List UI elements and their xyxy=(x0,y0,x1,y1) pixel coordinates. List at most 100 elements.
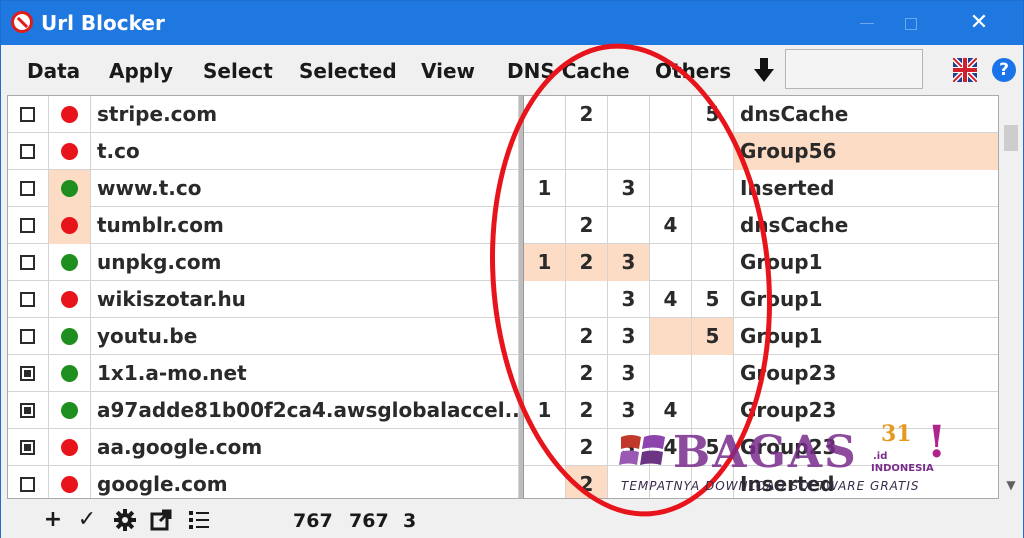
list-icon[interactable] xyxy=(187,508,211,532)
row-checkbox[interactable] xyxy=(20,292,35,307)
row-checkbox-cell[interactable] xyxy=(8,318,49,355)
row-checkbox[interactable] xyxy=(20,255,35,270)
row-checkbox-cell[interactable] xyxy=(8,96,49,133)
domain-cell[interactable]: www.t.co xyxy=(91,170,519,207)
flag-cell-5[interactable] xyxy=(692,355,734,392)
flag-cell-3[interactable] xyxy=(608,133,650,170)
domain-cell[interactable]: unpkg.com xyxy=(91,244,519,281)
flag-cell-4[interactable] xyxy=(650,355,692,392)
group-cell[interactable]: dnsCache xyxy=(734,96,998,133)
domain-cell[interactable]: 1x1.a-mo.net xyxy=(91,355,519,392)
flag-cell-4[interactable]: 4 xyxy=(650,429,692,466)
menu-dns-cache[interactable]: DNS Cache xyxy=(507,59,630,83)
row-checkbox-cell[interactable] xyxy=(8,392,49,429)
flag-cell-4[interactable] xyxy=(650,96,692,133)
table-row[interactable]: www.t.co 1 3 Inserted xyxy=(8,170,998,207)
group-cell[interactable]: Inserted xyxy=(734,466,998,498)
scrollbar-thumb[interactable] xyxy=(1004,125,1018,151)
external-link-icon[interactable] xyxy=(149,508,173,532)
row-checkbox-cell[interactable] xyxy=(8,355,49,392)
row-checkbox[interactable] xyxy=(20,107,35,122)
flag-cell-2[interactable]: 2 xyxy=(566,244,608,281)
domain-cell[interactable]: aa.google.com xyxy=(91,429,519,466)
flag-cell-3[interactable]: 3 xyxy=(608,281,650,318)
flag-cell-2[interactable]: 2 xyxy=(566,207,608,244)
group-cell[interactable]: Group23 xyxy=(734,355,998,392)
flag-cell-3[interactable]: 3 xyxy=(608,355,650,392)
vertical-scrollbar[interactable]: ▼ xyxy=(1000,95,1022,499)
flag-cell-1[interactable] xyxy=(524,281,566,318)
flag-cell-2[interactable]: 2 xyxy=(566,429,608,466)
flag-cell-4[interactable] xyxy=(650,170,692,207)
flag-cell-5[interactable] xyxy=(692,133,734,170)
flag-cell-3[interactable] xyxy=(608,466,650,498)
flag-cell-5[interactable]: 5 xyxy=(692,281,734,318)
row-checkbox-cell[interactable] xyxy=(8,429,49,466)
flag-cell-3[interactable]: 3 xyxy=(608,318,650,355)
gear-icon[interactable] xyxy=(113,508,137,532)
row-checkbox[interactable] xyxy=(20,440,35,455)
flag-cell-1[interactable] xyxy=(524,207,566,244)
title-bar[interactable]: Url Blocker ✕ xyxy=(1,1,1023,45)
flag-cell-1[interactable] xyxy=(524,355,566,392)
flag-cell-4[interactable] xyxy=(650,318,692,355)
flag-cell-2[interactable] xyxy=(566,133,608,170)
flag-cell-2[interactable] xyxy=(566,170,608,207)
flag-cell-4[interactable]: 4 xyxy=(650,207,692,244)
row-checkbox-cell[interactable] xyxy=(8,281,49,318)
flag-cell-5[interactable] xyxy=(692,244,734,281)
menu-view[interactable]: View xyxy=(421,59,475,83)
help-icon[interactable]: ? xyxy=(992,58,1016,82)
group-cell[interactable]: Group1 xyxy=(734,281,998,318)
flag-cell-4[interactable] xyxy=(650,133,692,170)
flag-cell-3[interactable]: 3 xyxy=(608,429,650,466)
table-row[interactable]: wikiszotar.hu 3 4 5 Group1 xyxy=(8,281,998,318)
row-checkbox[interactable] xyxy=(20,366,35,381)
group-cell[interactable]: Group56 xyxy=(734,133,998,170)
flag-cell-1[interactable] xyxy=(524,318,566,355)
menu-selected[interactable]: Selected xyxy=(299,59,397,83)
search-input[interactable] xyxy=(785,49,923,89)
flag-cell-2[interactable] xyxy=(566,281,608,318)
flag-cell-4[interactable]: 4 xyxy=(650,392,692,429)
table-row[interactable]: youtu.be 2 3 5 Group1 xyxy=(8,318,998,355)
domain-cell[interactable]: t.co xyxy=(91,133,519,170)
flag-cell-1[interactable] xyxy=(524,96,566,133)
domain-cell[interactable]: stripe.com xyxy=(91,96,519,133)
domain-cell[interactable]: google.com xyxy=(91,466,519,498)
menu-select[interactable]: Select xyxy=(203,59,273,83)
row-checkbox-cell[interactable] xyxy=(8,170,49,207)
flag-cell-5[interactable]: 5 xyxy=(692,429,734,466)
row-checkbox[interactable] xyxy=(20,329,35,344)
minimize-button[interactable] xyxy=(845,7,889,39)
flag-cell-1[interactable]: 1 xyxy=(524,244,566,281)
close-button[interactable]: ✕ xyxy=(957,7,1001,39)
group-cell[interactable]: dnsCache xyxy=(734,207,998,244)
domain-cell[interactable]: youtu.be xyxy=(91,318,519,355)
flag-cell-4[interactable]: 4 xyxy=(650,281,692,318)
flag-cell-2[interactable]: 2 xyxy=(566,96,608,133)
row-checkbox-cell[interactable] xyxy=(8,133,49,170)
table-row[interactable]: stripe.com 2 5 dnsCache xyxy=(8,96,998,133)
flag-cell-1[interactable] xyxy=(524,133,566,170)
row-checkbox-cell[interactable] xyxy=(8,244,49,281)
menu-data[interactable]: Data xyxy=(27,59,80,83)
uk-flag-icon[interactable] xyxy=(953,58,977,82)
domain-cell[interactable]: wikiszotar.hu xyxy=(91,281,519,318)
flag-cell-3[interactable] xyxy=(608,96,650,133)
flag-cell-1[interactable] xyxy=(524,466,566,498)
flag-cell-1[interactable]: 1 xyxy=(524,392,566,429)
flag-cell-4[interactable] xyxy=(650,244,692,281)
row-checkbox[interactable] xyxy=(20,218,35,233)
menu-apply[interactable]: Apply xyxy=(109,59,173,83)
flag-cell-5[interactable] xyxy=(692,207,734,244)
download-arrow-icon[interactable] xyxy=(753,57,775,83)
flag-cell-2[interactable]: 2 xyxy=(566,355,608,392)
flag-cell-5[interactable] xyxy=(692,170,734,207)
flag-cell-4[interactable] xyxy=(650,466,692,498)
domain-cell[interactable]: tumblr.com xyxy=(91,207,519,244)
flag-cell-2[interactable]: 2 xyxy=(566,466,608,498)
add-icon[interactable]: + xyxy=(41,508,65,532)
table-row[interactable]: tumblr.com 2 4 dnsCache xyxy=(8,207,998,244)
flag-cell-5[interactable]: 5 xyxy=(692,318,734,355)
